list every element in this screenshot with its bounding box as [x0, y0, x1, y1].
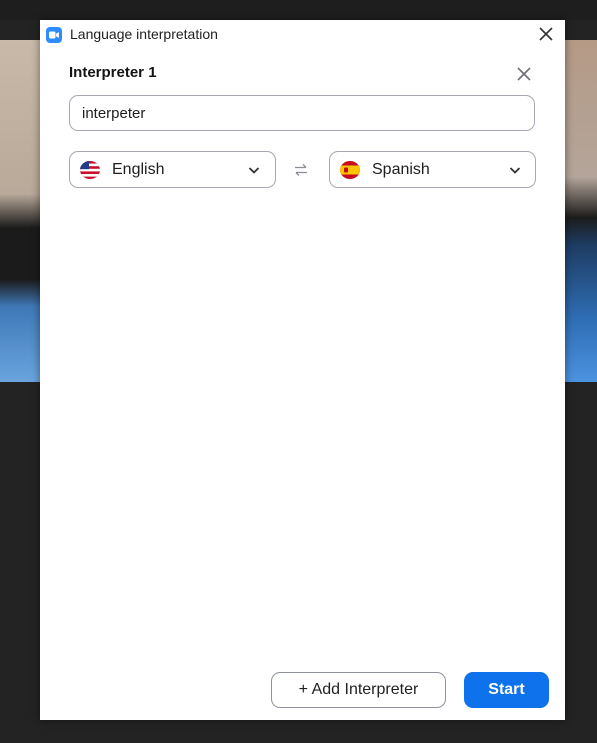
zoom-camera-icon	[46, 27, 62, 43]
chevron-down-icon	[247, 163, 261, 177]
dialog-title: Language interpretation	[70, 26, 218, 42]
swap-arrows-icon[interactable]	[292, 162, 310, 178]
language-interpretation-dialog: Language interpretation Interpreter 1 En…	[40, 20, 565, 720]
add-interpreter-button[interactable]: + Add Interpreter	[271, 672, 446, 708]
chevron-down-icon	[508, 163, 522, 177]
from-language-dropdown[interactable]: English	[69, 151, 276, 188]
to-language-label: Spanish	[372, 161, 430, 178]
dialog-titlebar: Language interpretation	[40, 20, 565, 48]
participant-video-right	[565, 40, 597, 382]
interpreter-heading: Interpreter 1	[69, 64, 157, 81]
close-icon[interactable]	[534, 23, 558, 45]
start-button[interactable]: Start	[464, 672, 549, 708]
us-flag-icon	[80, 161, 100, 179]
spain-flag-icon	[340, 161, 360, 179]
from-language-label: English	[112, 161, 165, 178]
window-top-bar	[0, 0, 597, 20]
to-language-dropdown[interactable]: Spanish	[329, 151, 536, 188]
participant-video-left	[0, 40, 40, 382]
remove-interpreter-close-icon[interactable]	[513, 64, 535, 84]
interpreter-name-input[interactable]	[69, 95, 535, 131]
